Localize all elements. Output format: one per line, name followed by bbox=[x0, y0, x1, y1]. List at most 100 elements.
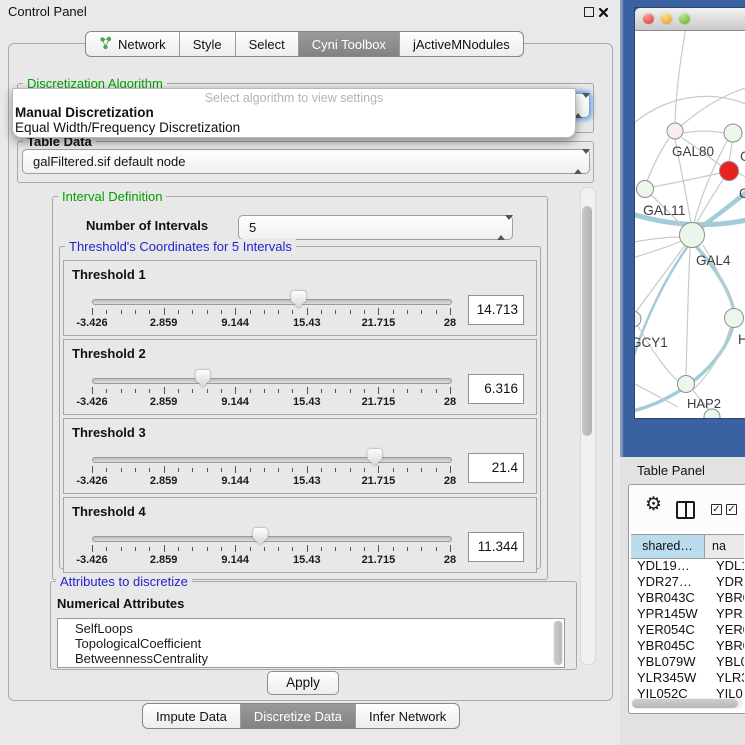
network-edge[interactable] bbox=[694, 328, 730, 389]
network-edge[interactable] bbox=[686, 248, 690, 375]
network-node[interactable] bbox=[637, 181, 654, 198]
threshold-value-field[interactable]: 11.344 bbox=[468, 532, 524, 562]
scrollbar-thumb[interactable] bbox=[582, 206, 592, 436]
dropdown-option-manual[interactable]: Manual Discretization bbox=[13, 105, 575, 120]
threshold-value-field[interactable]: 6.316 bbox=[468, 374, 524, 404]
network-window-titlebar[interactable] bbox=[635, 8, 745, 31]
cell-name[interactable]: YBL0 bbox=[713, 654, 744, 670]
column-header-name[interactable]: na bbox=[705, 535, 744, 558]
close-icon[interactable] bbox=[598, 5, 609, 16]
vertical-scrollbar[interactable] bbox=[580, 187, 596, 665]
split-columns-icon[interactable] bbox=[676, 501, 695, 519]
cell-name[interactable]: YIL0 bbox=[713, 686, 744, 698]
tab-network[interactable]: Network bbox=[86, 32, 180, 56]
table-row[interactable]: YBR043CYBR0 bbox=[631, 590, 744, 606]
network-edge[interactable] bbox=[680, 87, 745, 127]
network-edge[interactable] bbox=[635, 241, 682, 259]
network-node[interactable] bbox=[667, 123, 683, 139]
checkbox-icon[interactable]: ✓ bbox=[726, 504, 737, 515]
network-node[interactable] bbox=[680, 223, 705, 248]
threshold-value-field[interactable]: 14.713 bbox=[468, 295, 524, 325]
scrollbar-thumb[interactable] bbox=[632, 699, 738, 708]
network-edge[interactable] bbox=[653, 173, 720, 187]
attribute-item[interactable]: SelfLoops bbox=[75, 621, 564, 636]
cell-name[interactable]: YDR2 bbox=[713, 574, 744, 590]
cell-shared-name[interactable]: YPR145W bbox=[631, 606, 713, 622]
cell-name[interactable]: YBR0 bbox=[713, 590, 744, 606]
scrollbar-thumb[interactable] bbox=[554, 621, 562, 665]
zoom-window-button[interactable] bbox=[679, 13, 690, 24]
apply-button[interactable]: Apply bbox=[267, 671, 339, 695]
threshold-slider-handle[interactable] bbox=[291, 291, 306, 308]
tab-cyni-toolbox[interactable]: Cyni Toolbox bbox=[299, 32, 400, 56]
cell-shared-name[interactable]: YLR345W bbox=[631, 670, 713, 686]
threshold-slider-handle[interactable] bbox=[253, 528, 268, 545]
cell-shared-name[interactable]: YIL052C bbox=[631, 686, 713, 698]
network-node[interactable] bbox=[724, 124, 742, 142]
tab-discretize-data[interactable]: Discretize Data bbox=[241, 704, 356, 728]
cell-name[interactable]: YLR3 bbox=[713, 670, 744, 686]
float-window-icon[interactable] bbox=[584, 7, 594, 17]
threshold-value-field[interactable]: 21.4 bbox=[468, 453, 524, 483]
network-edge[interactable] bbox=[729, 142, 732, 162]
column-header-shared-name[interactable]: shared… bbox=[631, 535, 705, 558]
tick-mark bbox=[192, 389, 193, 393]
minimize-window-button[interactable] bbox=[661, 13, 672, 24]
threshold-slider-handle[interactable] bbox=[367, 449, 382, 466]
tab-jactivemnodules[interactable]: jActiveMNodules bbox=[400, 32, 523, 56]
cell-shared-name[interactable]: YBL079W bbox=[631, 654, 713, 670]
network-node[interactable] bbox=[725, 309, 744, 328]
tab-select[interactable]: Select bbox=[236, 32, 299, 56]
checkbox-icon[interactable]: ✓ bbox=[711, 504, 722, 515]
tick-label: 9.144 bbox=[221, 475, 249, 487]
cell-name[interactable]: YDL1 bbox=[713, 558, 744, 574]
tab-impute-data[interactable]: Impute Data bbox=[143, 704, 241, 728]
attributes-scrollbar[interactable] bbox=[553, 620, 563, 666]
threshold-slider-track[interactable] bbox=[92, 457, 452, 463]
attribute-item[interactable]: TopologicalCoefficient bbox=[75, 636, 564, 651]
table-row[interactable]: YPR145WYPR1 bbox=[631, 606, 744, 622]
network-edge[interactable] bbox=[635, 96, 745, 127]
horizontal-scrollbar[interactable] bbox=[631, 698, 743, 709]
network-edge[interactable] bbox=[675, 31, 686, 123]
table-row[interactable]: YBL079WYBL0 bbox=[631, 654, 744, 670]
cell-name[interactable]: YBR0 bbox=[713, 638, 744, 654]
cell-shared-name[interactable]: YDL19… bbox=[631, 558, 713, 574]
table-row[interactable]: YIL052CYIL0 bbox=[631, 686, 744, 698]
dropdown-option-equal-width[interactable]: Equal Width/Frequency Discretization bbox=[13, 120, 575, 135]
attribute-item[interactable]: BetweennessCentrality bbox=[75, 651, 564, 666]
cell-shared-name[interactable]: YER054C bbox=[631, 622, 713, 638]
network-node[interactable] bbox=[720, 162, 739, 181]
tick-mark bbox=[407, 468, 408, 472]
table-row[interactable]: YDL19…YDL1 bbox=[631, 558, 744, 574]
tab-infer-network[interactable]: Infer Network bbox=[356, 704, 459, 728]
tick-mark bbox=[178, 468, 179, 472]
network-edge[interactable] bbox=[683, 131, 724, 133]
network-edge[interactable] bbox=[738, 173, 745, 179]
cell-shared-name[interactable]: YBR045C bbox=[631, 638, 713, 654]
table-row[interactable]: YBR045CYBR0 bbox=[631, 638, 744, 654]
tab-style[interactable]: Style bbox=[180, 32, 236, 56]
network-edge[interactable] bbox=[635, 237, 682, 243]
cell-shared-name[interactable]: YBR043C bbox=[631, 590, 713, 606]
threshold-slider-handle[interactable] bbox=[195, 370, 210, 387]
network-canvas[interactable]: GAL80GACGAL11GAL4GCY1HHAP2 bbox=[635, 31, 745, 418]
gear-icon[interactable]: ⚙ bbox=[645, 495, 662, 515]
table-row[interactable]: YER054CYER0 bbox=[631, 622, 744, 638]
network-node-label: HAP2 bbox=[687, 396, 721, 411]
cell-name[interactable]: YPR1 bbox=[713, 606, 744, 622]
combo-stepper-icon bbox=[497, 220, 506, 235]
cell-shared-name[interactable]: YDR27… bbox=[631, 574, 713, 590]
table-data-combo[interactable]: galFiltered.sif default node bbox=[22, 149, 590, 174]
table-row[interactable]: YDR27…YDR2 bbox=[631, 574, 744, 590]
cell-name[interactable]: YER0 bbox=[713, 622, 744, 638]
table-row[interactable]: YLR345WYLR3 bbox=[631, 670, 744, 686]
close-window-button[interactable] bbox=[643, 13, 654, 24]
threshold-slider-track[interactable] bbox=[92, 378, 452, 384]
threshold-slider-track[interactable] bbox=[92, 536, 452, 542]
network-edge[interactable] bbox=[647, 138, 669, 181]
number-of-intervals-combo[interactable]: 5 bbox=[238, 215, 513, 240]
threshold-slider-track[interactable] bbox=[92, 299, 452, 305]
network-node[interactable] bbox=[635, 311, 641, 327]
network-node[interactable] bbox=[678, 376, 695, 393]
